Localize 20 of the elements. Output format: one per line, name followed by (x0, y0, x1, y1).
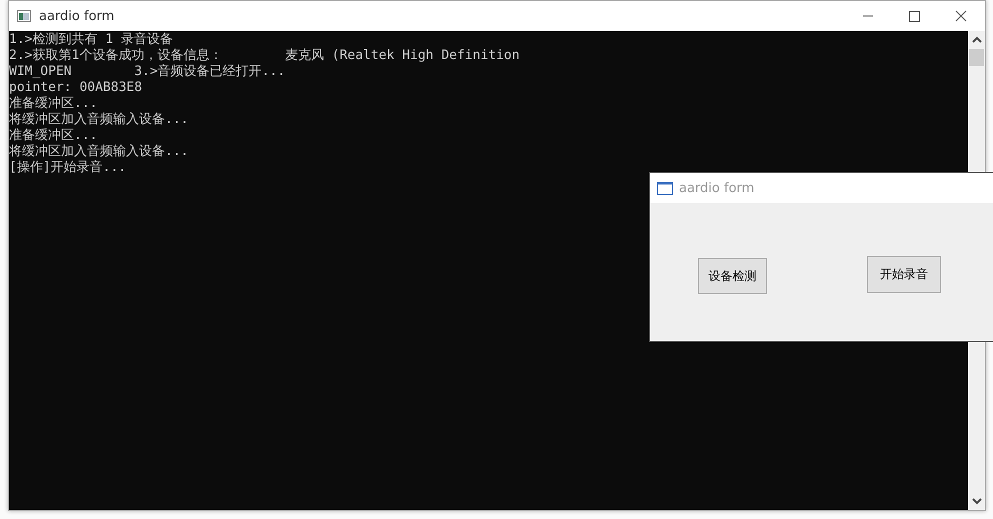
scroll-down-icon[interactable] (972, 497, 982, 505)
window-icon (17, 10, 31, 22)
console-line: 将缓冲区加入音频输入设备... (9, 144, 190, 160)
window-icon (657, 182, 673, 194)
console-line: 1.>检测到共有 1 录音设备 (9, 32, 174, 48)
console-line: 2.>获取第1个设备成功，设备信息： 麦克风 (Realtek High Definition (9, 48, 521, 64)
maximize-icon[interactable] (909, 10, 920, 22)
window-title: aardio form (39, 8, 114, 24)
scroll-up-icon[interactable] (972, 36, 982, 44)
scroll-thumb[interactable] (969, 49, 984, 66)
form-button[interactable]: 开始录音 (867, 256, 941, 293)
close-icon[interactable] (955, 10, 967, 22)
console-line: WIM_OPEN 3.>音频设备已经打开... (9, 64, 286, 80)
console-line: 准备缓冲区... (9, 128, 98, 144)
console-line: 准备缓冲区... (9, 96, 98, 112)
window-title: aardio form (679, 180, 754, 196)
form-button[interactable]: 设备检测 (698, 258, 767, 294)
console-line: [操作]开始录音... (9, 160, 128, 176)
console-line: pointer: 00AB83E8 (9, 80, 144, 96)
console-line: 将缓冲区加入音频输入设备... (9, 112, 190, 128)
